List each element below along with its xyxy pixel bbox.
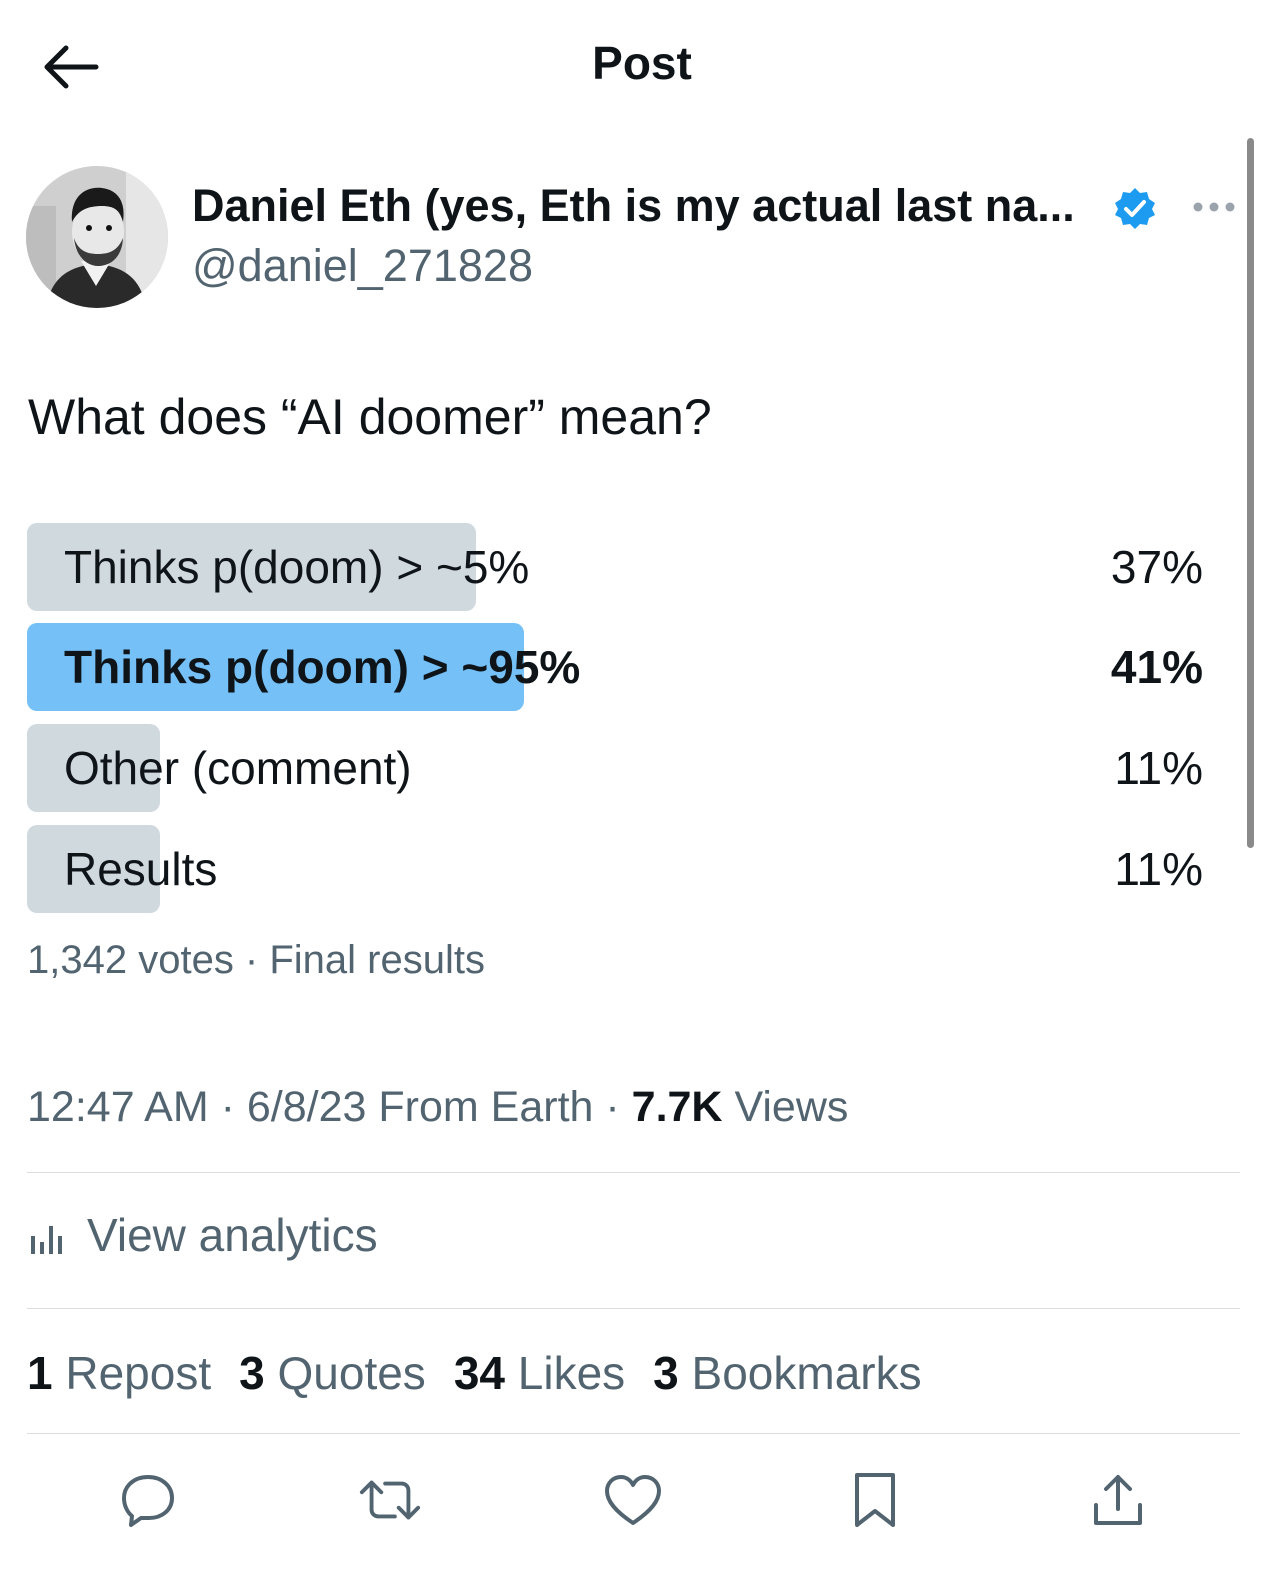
more-icon	[1193, 202, 1235, 212]
poll-option-label: Results	[64, 843, 218, 895]
heart-icon	[605, 1475, 661, 1525]
bookmark-button[interactable]	[843, 1468, 907, 1532]
views-label: Views	[722, 1083, 849, 1131]
poll-option-percent: 37%	[1110, 541, 1203, 593]
divider	[27, 1308, 1240, 1309]
poll-option-label: Thinks p(doom) > ~95%	[64, 641, 581, 693]
timestamp-text: 12:47 AM · 6/8/23 From Earth ·	[27, 1083, 632, 1131]
post-text: What does “AI doomer” mean?	[28, 389, 712, 445]
engagement-stats: 1 Repost 3 Quotes 34 Likes 3 Bookmarks	[27, 1346, 950, 1400]
reply-button[interactable]	[116, 1468, 180, 1532]
poll-option-label: Thinks p(doom) > ~5%	[64, 541, 530, 593]
like-button[interactable]	[601, 1468, 665, 1532]
bookmarks-label: Bookmarks	[691, 1347, 922, 1399]
poll-option-percent: 11%	[1114, 843, 1203, 895]
quotes-label: Quotes	[277, 1347, 426, 1399]
poll-option: Other (comment) 11%	[27, 724, 1203, 812]
reply-icon	[122, 1475, 174, 1527]
divider	[27, 1172, 1240, 1173]
share-button[interactable]	[1086, 1468, 1150, 1532]
poll-option: Thinks p(doom) > ~5% 37%	[27, 523, 1203, 611]
divider	[27, 1433, 1240, 1434]
poll-option-percent: 11%	[1114, 742, 1203, 794]
author-name[interactable]: Daniel Eth (yes, Eth is my actual last n…	[192, 180, 1075, 232]
bookmarks-stat[interactable]: 3 Bookmarks	[653, 1346, 921, 1400]
poll-option: Results 11%	[27, 825, 1203, 913]
view-analytics-link[interactable]: View analytics	[27, 1208, 378, 1262]
reposts-count: 1	[27, 1347, 53, 1399]
repost-button[interactable]	[358, 1468, 422, 1532]
scrollbar[interactable]	[1247, 138, 1254, 848]
quotes-stat[interactable]: 3 Quotes	[239, 1346, 426, 1400]
post-timestamp: 12:47 AM · 6/8/23 From Earth · 7.7K View…	[27, 1083, 848, 1132]
quotes-count: 3	[239, 1347, 265, 1399]
views-count: 7.7K	[631, 1083, 723, 1131]
view-analytics-label: View analytics	[87, 1209, 378, 1261]
poll-option-percent: 41%	[1110, 641, 1203, 693]
author-handle[interactable]: @daniel_271828	[192, 240, 533, 292]
repost-icon	[359, 1480, 421, 1520]
avatar-portrait	[26, 166, 168, 308]
poll-option-winner: Thinks p(doom) > ~95% 41%	[27, 623, 1203, 711]
bookmarks-count: 3	[653, 1347, 679, 1399]
poll-vote-summary: 1,342 votes · Final results	[27, 938, 485, 982]
more-options-button[interactable]	[1190, 190, 1238, 224]
likes-stat[interactable]: 34 Likes	[454, 1346, 625, 1400]
avatar[interactable]	[26, 166, 168, 308]
bar-chart-icon	[31, 1226, 62, 1254]
verified-badge-icon	[1113, 186, 1157, 230]
share-icon	[1094, 1475, 1142, 1525]
reposts-stat[interactable]: 1 Repost	[27, 1346, 211, 1400]
poll-option-label: Other (comment)	[64, 742, 412, 794]
page-title: Post	[592, 37, 692, 89]
likes-label: Likes	[517, 1347, 626, 1399]
bookmark-icon	[855, 1473, 895, 1527]
reposts-label: Repost	[65, 1347, 212, 1399]
likes-count: 34	[453, 1347, 505, 1399]
